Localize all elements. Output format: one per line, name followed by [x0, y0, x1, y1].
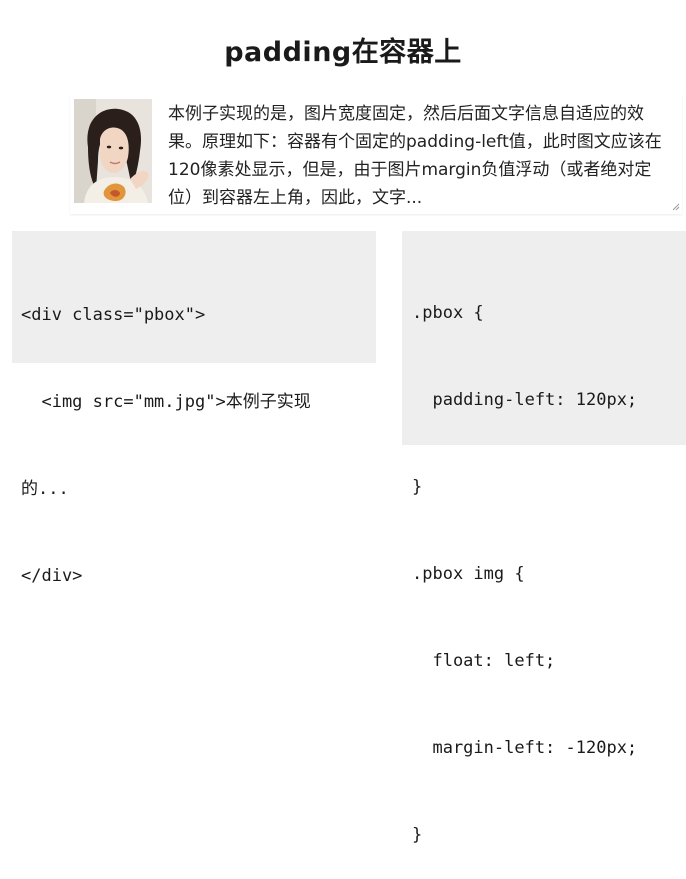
demo-container: 本例子实现的是，图片宽度固定，然后后面文字信息自适应的效果。原理如下：容器有个固…	[70, 94, 682, 214]
demo-photo	[74, 99, 152, 203]
code-line: <div class="pbox">	[21, 305, 206, 325]
code-line: padding-left: 120px;	[412, 390, 638, 410]
code-line: .pbox img {	[412, 564, 525, 584]
demo-paragraph: 本例子实现的是，图片宽度固定，然后后面文字信息自适应的效果。原理如下：容器有个固…	[168, 104, 662, 208]
html-code-block: <div class="pbox"> <img src="mm.jpg">本例子…	[12, 231, 376, 586]
page-title: padding在容器上	[224, 37, 462, 68]
code-line: 的...	[21, 479, 69, 499]
code-line: </div>	[21, 566, 83, 586]
code-line: }	[412, 825, 423, 845]
code-line: <img src="mm.jpg">本例子实现	[21, 392, 311, 412]
resize-grip-icon[interactable]	[672, 203, 680, 211]
code-line: float: left;	[412, 651, 556, 671]
code-line: }	[412, 477, 423, 497]
code-line: .pbox {	[412, 303, 484, 323]
css-code-block: .pbox { padding-left: 120px; } .pbox img…	[402, 231, 686, 845]
code-line: margin-left: -120px;	[412, 738, 638, 758]
